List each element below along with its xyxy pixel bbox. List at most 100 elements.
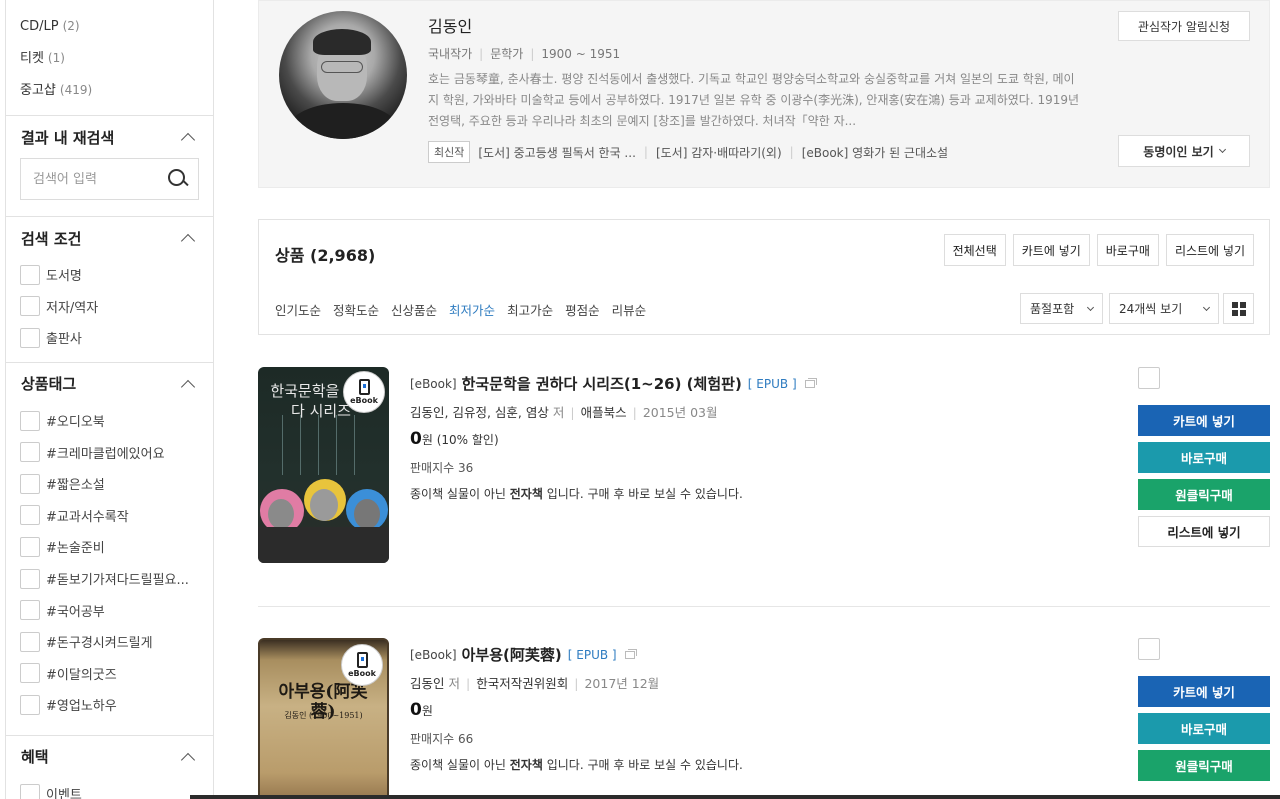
tags-title: 상품태그 — [21, 375, 77, 394]
checkbox[interactable] — [20, 442, 40, 463]
new-window-icon[interactable] — [624, 648, 637, 659]
tag-label: #돈구경시켜드릴게 — [46, 636, 153, 652]
add-to-cart-all-button[interactable]: 카트에 넣기 — [1012, 234, 1090, 266]
grid-view-icon[interactable] — [1223, 293, 1254, 324]
buy-now-button[interactable]: 바로구매 — [1138, 442, 1270, 473]
recent-work-link[interactable]: [도서] 중고등생 필독서 한국 ... — [478, 144, 636, 161]
checkbox[interactable] — [20, 783, 40, 799]
search-icon[interactable] — [168, 169, 188, 189]
tag-item[interactable]: #이달의굿즈 — [20, 658, 213, 690]
add-to-cart-button[interactable]: 카트에 넣기 — [1138, 676, 1270, 707]
buy-now-button[interactable]: 바로구매 — [1138, 713, 1270, 744]
tag-item[interactable]: #크레마클럽에있어요 — [20, 436, 213, 468]
benefit-item[interactable]: 이벤트 — [20, 778, 213, 799]
page-size-select[interactable]: 24개씩 보기 — [1109, 293, 1219, 324]
sort-highest-price[interactable]: 최고가순 — [507, 300, 553, 319]
checkbox[interactable] — [20, 568, 40, 589]
condition-item[interactable]: 출판사 — [20, 322, 213, 354]
chevron-up-icon[interactable] — [180, 233, 196, 249]
same-name-button[interactable]: 동명이인 보기 — [1118, 135, 1250, 167]
research-section: 결과 내 재검색 — [6, 115, 213, 200]
tag-item[interactable]: #오디오북 — [20, 405, 213, 437]
checkbox[interactable] — [20, 663, 40, 684]
book-cover[interactable]: 아부용(阿芙蓉) 김동인 (1900~1951) eBook — [258, 638, 389, 799]
one-click-buy-button[interactable]: 원클릭구매 — [1138, 479, 1270, 510]
recent-work-link[interactable]: [eBook] 영화가 된 근대소설 — [802, 144, 948, 161]
product-title-link[interactable]: 아부용(阿芙蓉) — [462, 644, 562, 665]
tag-item[interactable]: #영업노하우 — [20, 689, 213, 721]
research-header[interactable]: 결과 내 재검색 — [6, 116, 213, 158]
product-authors[interactable]: 김동인 — [410, 676, 445, 691]
product-sales-index: 판매지수 66 — [410, 732, 474, 746]
divider: | — [789, 145, 794, 159]
tag-item[interactable]: #돋보기가져다드릴필요... — [20, 563, 213, 595]
benefits-header[interactable]: 혜택 — [6, 736, 213, 778]
checkbox[interactable] — [20, 600, 40, 621]
product-title-link[interactable]: 한국문학을 권하다 시리즈(1~26) (체험판) — [462, 373, 742, 394]
cover-figure-bodies — [258, 527, 389, 563]
soldout-filter-select[interactable]: 품절포함 — [1020, 293, 1103, 324]
author-profile: 김동인 국내작가 | 문학가 | 1900 ~ 1951 호는 금동琴童, 춘사春士. … — [258, 0, 1270, 188]
research-search-input[interactable] — [33, 171, 153, 187]
chevron-up-icon[interactable] — [180, 379, 196, 394]
sort-rating[interactable]: 평점순 — [565, 300, 600, 319]
item-divider — [258, 606, 1270, 607]
add-to-list-button[interactable]: 리스트에 넣기 — [1138, 516, 1270, 547]
product-item: 한국문학을 권하다 시리즈 eBook [eBook] 한국문학을 권하다 시리… — [258, 367, 1270, 567]
add-to-list-all-button[interactable]: 리스트에 넣기 — [1165, 234, 1254, 266]
new-window-icon[interactable] — [804, 377, 817, 388]
author-name[interactable]: 김동인 — [428, 13, 472, 37]
sort-popular[interactable]: 인기도순 — [275, 300, 321, 319]
author-meta: 국내작가 | 문학가 | 1900 ~ 1951 — [428, 45, 620, 62]
product-checkbox[interactable] — [1138, 638, 1160, 660]
category-label: CD/LP — [20, 19, 59, 34]
product-count: (2,968) — [310, 246, 376, 265]
product-publisher[interactable]: 한국저작권위원회 — [476, 676, 568, 691]
desc-bold-text: 전자책 — [509, 758, 543, 772]
condition-item[interactable]: 저자/역자 — [20, 291, 213, 323]
sort-reviews[interactable]: 리뷰순 — [612, 300, 647, 319]
conditions-header[interactable]: 검색 조건 — [6, 217, 213, 259]
book-cover[interactable]: 한국문학을 권하다 시리즈 eBook — [258, 367, 389, 563]
add-to-cart-button[interactable]: 카트에 넣기 — [1138, 405, 1270, 436]
divider: | — [632, 405, 637, 420]
category-item-ticket[interactable]: 티켓 (1) — [20, 42, 213, 74]
checkbox[interactable] — [20, 264, 40, 285]
product-checkbox[interactable] — [1138, 367, 1160, 389]
tags-header[interactable]: 상품태그 — [6, 363, 213, 405]
tag-item[interactable]: #국어공부 — [20, 594, 213, 626]
tag-item[interactable]: #교과서수록작 — [20, 500, 213, 532]
category-label: 중고샵 — [20, 83, 56, 98]
checkbox[interactable] — [20, 410, 40, 431]
checkbox[interactable] — [20, 473, 40, 494]
select-all-button[interactable]: 전체선택 — [943, 234, 1006, 266]
product-publisher[interactable]: 애플북스 — [581, 405, 627, 420]
chevron-up-icon[interactable] — [180, 132, 196, 148]
divider: | — [466, 676, 471, 691]
checkbox[interactable] — [20, 296, 40, 317]
checkbox[interactable] — [20, 536, 40, 557]
chevron-up-icon[interactable] — [180, 752, 196, 767]
tag-item[interactable]: #논술준비 — [20, 531, 213, 563]
desc-text: 종이책 실물이 아닌 — [410, 758, 510, 772]
tag-item[interactable]: #돈구경시켜드릴게 — [20, 626, 213, 658]
category-item-cdlp[interactable]: CD/LP (2) — [20, 10, 213, 42]
author-role: 저 — [448, 676, 461, 691]
checkbox[interactable] — [20, 631, 40, 652]
sort-lowest-price[interactable]: 최저가순 — [449, 300, 495, 319]
one-click-buy-button[interactable]: 원클릭구매 — [1138, 750, 1270, 781]
checkbox[interactable] — [20, 694, 40, 715]
sort-newest[interactable]: 신상품순 — [391, 300, 437, 319]
sort-accuracy[interactable]: 정확도순 — [333, 300, 379, 319]
tags-list: #오디오북 #크레마클럽에있어요 #짧은소설 #교과서수록작 #논술준비 #돋보… — [6, 405, 213, 729]
checkbox[interactable] — [20, 505, 40, 526]
product-authors[interactable]: 김동인, 김유정, 심훈, 염상 — [410, 405, 549, 420]
category-item-used[interactable]: 중고샵 (419) — [20, 74, 213, 106]
follow-author-button[interactable]: 관심작가 알림신청 — [1118, 11, 1250, 41]
recent-work-link[interactable]: [도서] 감자·배따라기(외) — [656, 144, 782, 161]
condition-item[interactable]: 도서명 — [20, 259, 213, 291]
tag-item[interactable]: #짧은소설 — [20, 468, 213, 500]
buy-now-all-button[interactable]: 바로구매 — [1096, 234, 1159, 266]
chevron-down-icon — [1086, 303, 1095, 311]
checkbox[interactable] — [20, 327, 40, 348]
